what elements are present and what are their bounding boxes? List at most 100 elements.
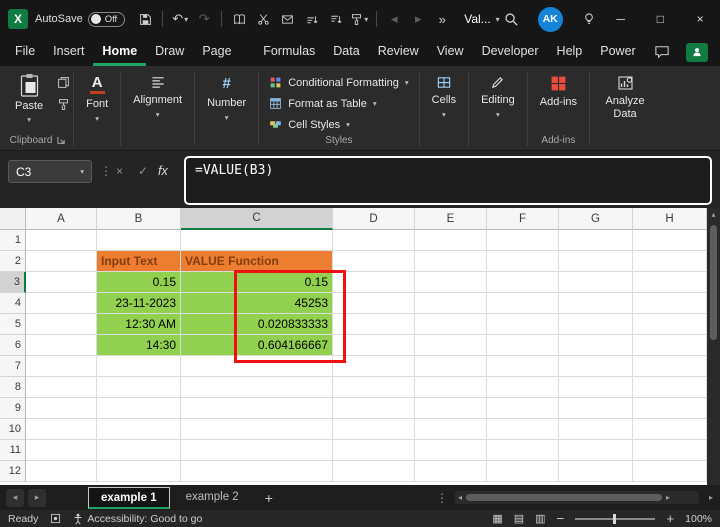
row-header-9[interactable]: 9 [0, 398, 26, 419]
cell-A12[interactable] [26, 461, 97, 482]
alignment-group-button[interactable]: Alignment ▾ [124, 68, 191, 150]
redo-button[interactable]: ↷ [192, 5, 216, 33]
cell-F2[interactable] [487, 251, 559, 272]
cell-C12[interactable] [181, 461, 333, 482]
menu-view[interactable]: View [428, 38, 473, 66]
cell-B2[interactable]: Input Text [97, 251, 181, 272]
cell-E9[interactable] [415, 398, 487, 419]
cell-D6[interactable] [333, 335, 415, 356]
cell-H6[interactable] [633, 335, 707, 356]
cell-A2[interactable] [26, 251, 97, 272]
cell-B8[interactable] [97, 377, 181, 398]
row-header-11[interactable]: 11 [0, 440, 26, 461]
cell-B5[interactable]: 12:30 AM [97, 314, 181, 335]
cell-H10[interactable] [633, 419, 707, 440]
cell-C1[interactable] [181, 230, 333, 251]
cell-H3[interactable] [633, 272, 707, 293]
zoom-out-button[interactable]: − [557, 511, 565, 526]
cell-E7[interactable] [415, 356, 487, 377]
cell-C8[interactable] [181, 377, 333, 398]
macro-record-button[interactable] [50, 513, 61, 524]
menu-file[interactable]: File [6, 38, 44, 66]
horizontal-scroll-thumb[interactable] [466, 494, 662, 501]
cell-F11[interactable] [487, 440, 559, 461]
row-header-10[interactable]: 10 [0, 419, 26, 440]
sheet-nav-next-button[interactable]: ▸ [28, 488, 46, 507]
cell-A6[interactable] [26, 335, 97, 356]
row-header-8[interactable]: 8 [0, 377, 26, 398]
cell-E12[interactable] [415, 461, 487, 482]
cell-A1[interactable] [26, 230, 97, 251]
minimize-button[interactable]: ─ [601, 0, 641, 38]
format-as-table-button[interactable]: Format as Table ▾ [262, 93, 415, 114]
cell-D5[interactable] [333, 314, 415, 335]
cell-D3[interactable] [333, 272, 415, 293]
cell-A10[interactable] [26, 419, 97, 440]
cell-C6[interactable]: 0.604166667 [181, 335, 333, 356]
column-header-H[interactable]: H [633, 208, 707, 230]
row-header-1[interactable]: 1 [0, 230, 26, 251]
cell-G5[interactable] [559, 314, 633, 335]
user-avatar[interactable]: AK [537, 6, 563, 32]
cell-G7[interactable] [559, 356, 633, 377]
autosave-switch[interactable]: Off [87, 11, 126, 27]
search-button[interactable] [500, 5, 524, 33]
analyze-data-button[interactable]: Analyze Data [593, 68, 657, 150]
cell-C11[interactable] [181, 440, 333, 461]
zoom-level[interactable]: 100% [685, 513, 712, 525]
nav-back-button[interactable]: ◂ [382, 5, 406, 33]
cell-F3[interactable] [487, 272, 559, 293]
undo-button[interactable]: ↶ ▾ [168, 5, 192, 33]
cell-D10[interactable] [333, 419, 415, 440]
cell-F9[interactable] [487, 398, 559, 419]
sort-descending-button[interactable] [323, 5, 347, 33]
cell-E1[interactable] [415, 230, 487, 251]
excel-logo-icon[interactable]: X [8, 9, 28, 29]
cell-B9[interactable] [97, 398, 181, 419]
cut-button[interactable] [251, 5, 275, 33]
cell-D7[interactable] [333, 356, 415, 377]
cell-D2[interactable] [333, 251, 415, 272]
cell-D1[interactable] [333, 230, 415, 251]
qat-overflow-button[interactable]: » [430, 5, 454, 33]
cell-D11[interactable] [333, 440, 415, 461]
vertical-scroll-thumb[interactable] [710, 225, 717, 340]
add-ins-button[interactable]: Add-ins [531, 68, 586, 110]
cell-H12[interactable] [633, 461, 707, 482]
scroll-right-icon[interactable]: ▸ [663, 493, 673, 502]
cell-D9[interactable] [333, 398, 415, 419]
sort-ascending-button[interactable] [299, 5, 323, 33]
cell-styles-button[interactable]: Cell Styles ▾ [262, 114, 415, 135]
cell-A9[interactable] [26, 398, 97, 419]
cell-C10[interactable] [181, 419, 333, 440]
save-button[interactable] [133, 5, 157, 33]
column-header-F[interactable]: F [487, 208, 559, 230]
cell-E3[interactable] [415, 272, 487, 293]
nav-forward-button[interactable]: ▸ [406, 5, 430, 33]
cell-H5[interactable] [633, 314, 707, 335]
tab-options-icon[interactable]: ⋮ [436, 491, 448, 505]
cell-E4[interactable] [415, 293, 487, 314]
insert-function-button[interactable]: fx [158, 164, 168, 178]
normal-view-button[interactable]: ▦ [492, 512, 502, 525]
comments-button[interactable] [650, 38, 674, 66]
insights-button[interactable] [577, 5, 601, 33]
new-sheet-button[interactable]: + [265, 490, 273, 506]
sheet-nav-prev-button[interactable]: ◂ [6, 488, 24, 507]
cell-C9[interactable] [181, 398, 333, 419]
font-group-button[interactable]: A Font ▾ [77, 68, 117, 150]
maximize-button[interactable]: □ [640, 0, 680, 38]
cell-G1[interactable] [559, 230, 633, 251]
cell-B4[interactable]: 23-11-2023 [97, 293, 181, 314]
row-header-3[interactable]: 3 [0, 272, 26, 293]
cell-A7[interactable] [26, 356, 97, 377]
format-painter-small-button[interactable] [57, 98, 70, 111]
paste-button[interactable]: Paste ▾ [6, 68, 52, 124]
cell-F5[interactable] [487, 314, 559, 335]
cancel-button[interactable]: × [116, 164, 123, 178]
cell-F6[interactable] [487, 335, 559, 356]
cell-D4[interactable] [333, 293, 415, 314]
column-header-G[interactable]: G [559, 208, 633, 230]
menu-power-pivot[interactable]: Power Pivot [591, 38, 650, 85]
cell-G2[interactable] [559, 251, 633, 272]
